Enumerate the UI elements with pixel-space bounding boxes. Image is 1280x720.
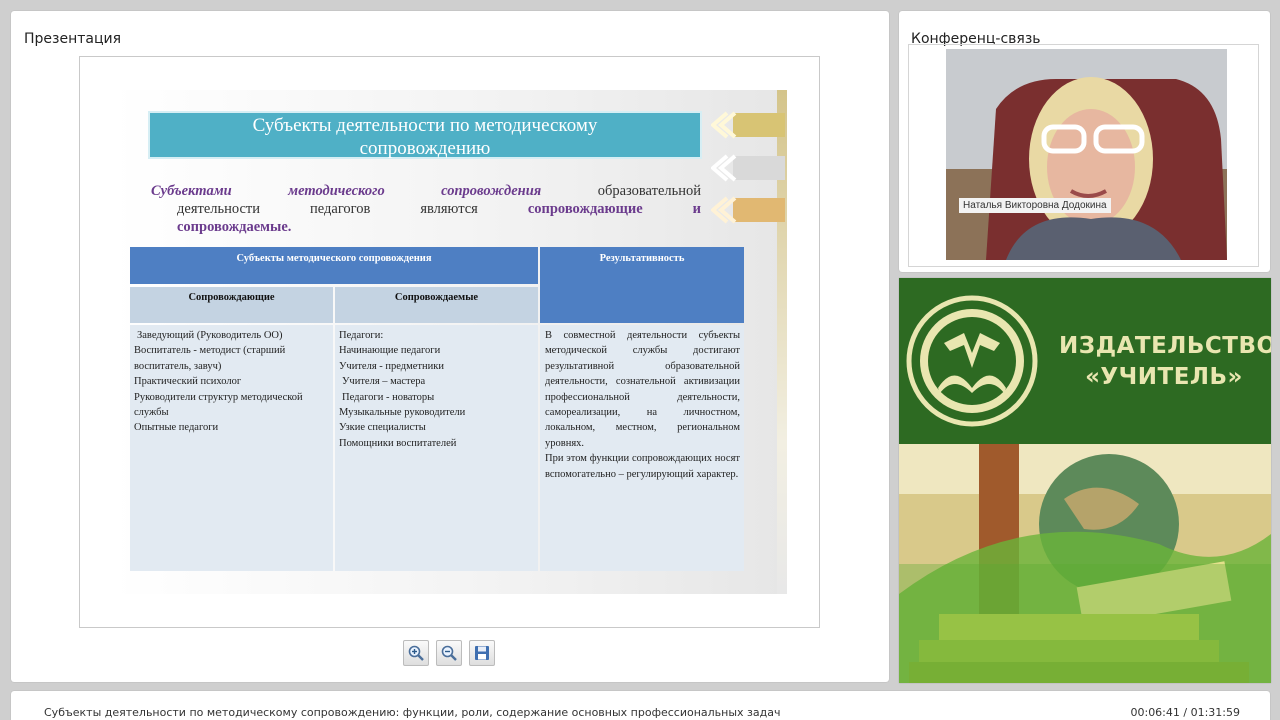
intro-text1: образовательной bbox=[597, 183, 701, 199]
intro-bold1: Субъектами методического сопровождения bbox=[151, 183, 542, 199]
publisher-header: ИЗДАТЕЛЬСТВО «УЧИТЕЛЬ» bbox=[899, 278, 1271, 444]
zoom-out-icon bbox=[441, 645, 457, 661]
intro-line2: деятельности педагогов являются сопровож… bbox=[151, 200, 701, 218]
list-item: Музыкальные руководители bbox=[339, 407, 466, 419]
list-item: Узкие специалисты bbox=[339, 422, 426, 434]
slide-title-line2: сопровождению bbox=[359, 138, 491, 159]
slide-title-line1: Субъекты деятельности по методическому bbox=[252, 115, 598, 136]
save-icon bbox=[475, 646, 489, 660]
speaker-avatar-icon bbox=[946, 49, 1227, 260]
publisher-line1: ИЗДАТЕЛЬСТВО bbox=[1059, 333, 1271, 359]
table-col-accompanying: Сопровождающие bbox=[130, 287, 333, 323]
chevron-decoration-icon bbox=[711, 196, 785, 224]
chevron-decoration-icon bbox=[711, 154, 785, 182]
chevron-decoration-icon bbox=[711, 111, 785, 139]
publisher-books-image bbox=[899, 444, 1271, 683]
list-item: Педагоги - новаторы bbox=[342, 391, 435, 403]
publisher-line2: «УЧИТЕЛЬ» bbox=[1085, 364, 1243, 390]
publisher-banner: ИЗДАТЕЛЬСТВО «УЧИТЕЛЬ» bbox=[899, 278, 1271, 683]
publisher-logo-icon bbox=[906, 295, 1038, 427]
result-cell: В совместной деятельности субъекты метод… bbox=[540, 325, 744, 571]
zoom-in-button[interactable] bbox=[403, 640, 429, 666]
slide-intro: Субъектами методического сопровождения о… bbox=[151, 182, 701, 236]
result-paragraph1: В совместной деятельности субъекты метод… bbox=[545, 330, 740, 449]
list-item: Педагоги: bbox=[339, 330, 384, 341]
slide-title: Субъекты деятельности по методическому с… bbox=[148, 111, 702, 159]
list-item: Помощники воспитателей bbox=[339, 437, 457, 449]
course-info-bar: Субъекты деятельности по методическому с… bbox=[11, 691, 1270, 720]
list-item: Учителя - предметники bbox=[339, 360, 444, 372]
zoom-in-icon bbox=[408, 645, 424, 661]
intro-text2: деятельности педагогов являются bbox=[177, 201, 478, 217]
table-header-subjects: Субъекты методического сопровождения bbox=[130, 247, 538, 284]
playback-time: 00:06:41 / 01:31:59 bbox=[1130, 706, 1240, 719]
accompanied-list: Педагоги: Начинающие педагоги Учителя - … bbox=[335, 325, 538, 571]
list-item: Практический психолог bbox=[134, 376, 242, 388]
accompanying-list: Заведующий (Руководитель ОО) Воспитатель… bbox=[130, 325, 333, 571]
list-item: Руководители структур методической служб… bbox=[134, 391, 303, 419]
list-item: Заведующий (Руководитель ОО) bbox=[137, 330, 283, 341]
save-button[interactable] bbox=[469, 640, 495, 666]
presentation-title: Презентация bbox=[24, 31, 122, 47]
speaker-name-tag: Наталья Викторовна Додокина bbox=[959, 198, 1111, 213]
course-title: Субъекты деятельности по методическому с… bbox=[44, 706, 781, 719]
list-item: Воспитатель - методист (старший воспитат… bbox=[134, 345, 286, 372]
list-item: Начинающие педагоги bbox=[339, 345, 441, 357]
table-col-accompanied: Сопровождаемые bbox=[335, 287, 538, 323]
conference-panel: Конференц-связь Наталья Викторовна Додок… bbox=[899, 11, 1270, 272]
books-globe-icon bbox=[899, 444, 1271, 683]
zoom-out-button[interactable] bbox=[436, 640, 462, 666]
intro-bold2: сопровождающие и bbox=[527, 201, 701, 217]
list-item: Опытные педагоги bbox=[134, 422, 219, 434]
slide-frame: Субъекты деятельности по методическому с… bbox=[79, 56, 820, 628]
presentation-panel: Презентация Субъекты деятельности по мет… bbox=[11, 11, 889, 682]
intro-bold3: сопровождаемые. bbox=[177, 219, 292, 235]
speaker-video bbox=[946, 49, 1227, 260]
table-header-result: Результативность bbox=[540, 247, 744, 323]
result-paragraph2: При этом функции сопровождающих носят вс… bbox=[545, 453, 740, 480]
list-item: Учителя – мастера bbox=[342, 376, 426, 388]
slide: Субъекты деятельности по методическому с… bbox=[113, 90, 787, 594]
subjects-table: Субъекты методического сопровождения Рез… bbox=[130, 247, 744, 571]
